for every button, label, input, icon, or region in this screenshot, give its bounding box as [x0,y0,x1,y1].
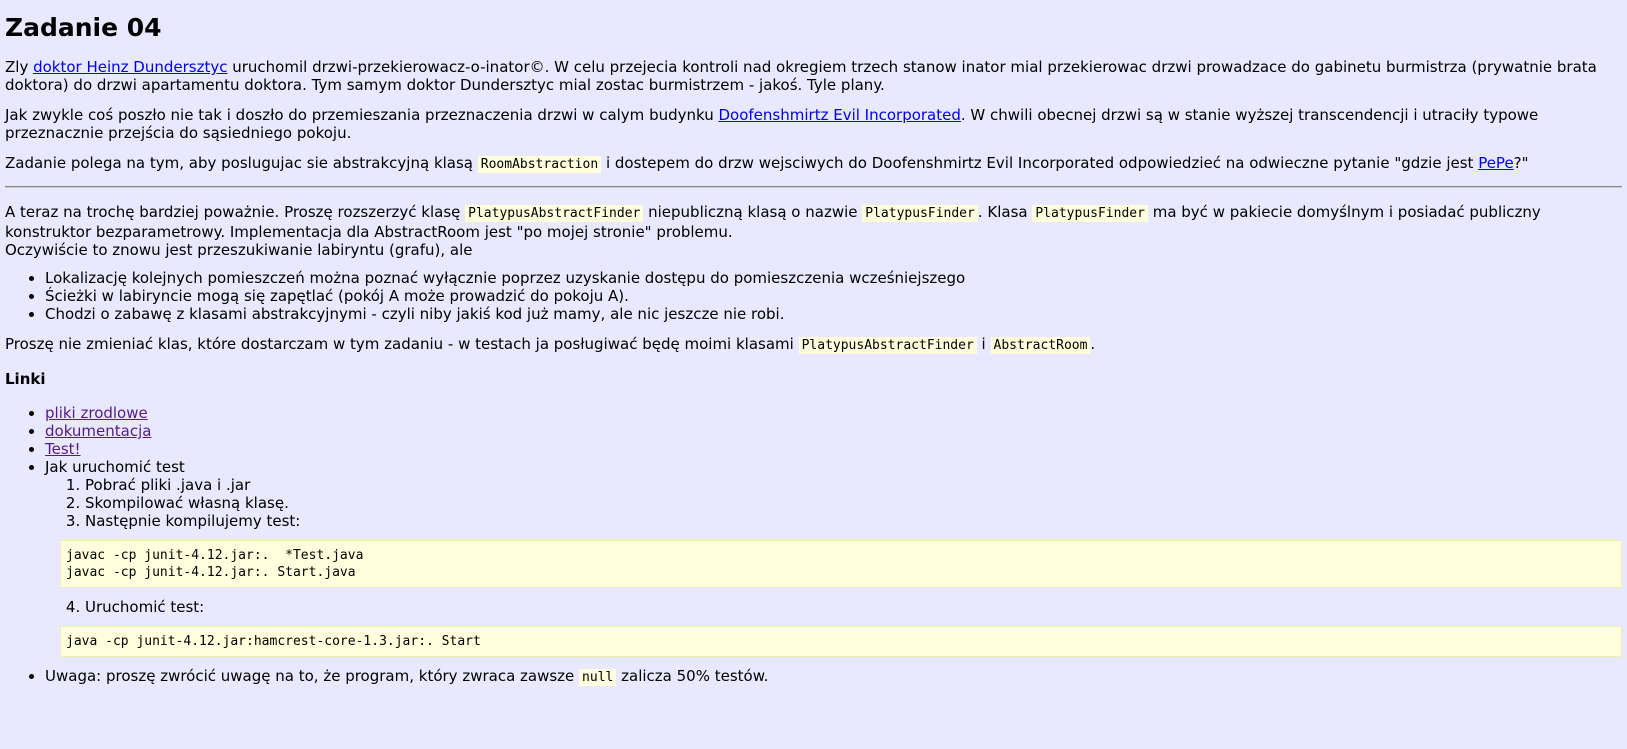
constraint-paragraph: Proszę nie zmieniać klas, które dostarcz… [5,335,1622,355]
code-platypus-finder: PlatypusFinder [1032,205,1148,222]
text: Zly [5,58,34,76]
requirements-list: Lokalizację kolejnych pomieszczeń można … [5,269,1622,323]
link-source-files[interactable]: pliki zrodlowe [45,404,148,422]
code-abstract-room: AbstractRoom [990,337,1091,354]
page-content: Zadanie 04 Zly doktor Heinz Dundersztyc … [0,13,1627,687]
link-documentation[interactable]: dokumentacja [45,422,151,440]
text: zalicza 50% testów. [616,667,769,685]
text: Oczywiście to znowu jest przeszukiwanie … [5,241,473,259]
text: i dostepem do drzw wejsciwych do Doofens… [601,154,1479,172]
link-pepe[interactable]: PePe [1478,154,1513,172]
howto-label: Jak uruchomić test [45,458,185,476]
run-command: java -cp junit-4.12.jar:hamcrest-core-1.… [60,626,1622,657]
step-item: Następnie kompilujemy test: javac -cp ju… [60,512,1622,588]
code-platypus-abstract-finder: PlatypusAbstractFinder [465,205,644,222]
text: Jak zwykle coś poszło nie tak i doszło d… [5,106,719,124]
step-label: Następnie kompilujemy test: [85,512,301,530]
list-item: dokumentacja [45,422,1622,440]
compile-command: javac -cp junit-4.12.jar:. *Test.java ja… [60,540,1622,588]
list-item: Lokalizację kolejnych pomieszczeń można … [45,269,1622,287]
text: . Klasa [977,203,1033,221]
text: i [976,335,991,353]
text: Proszę nie zmieniać klas, które dostarcz… [5,335,799,353]
divider [5,186,1622,188]
text: Zadanie polega na tym, aby poslugujac si… [5,154,478,172]
intro-paragraph: Zly doktor Heinz Dundersztyc uruchomil d… [5,58,1622,94]
links-list: pliki zrodlowe dokumentacja Test! Jak ur… [5,404,1622,687]
links-heading: Linki [5,370,46,388]
step-item: Pobrać pliki .java i .jar [85,476,1622,494]
step-item: Uruchomić test: java -cp junit-4.12.jar:… [60,598,1622,657]
link-evil-inc[interactable]: Doofenshmirtz Evil Incorporated [719,106,961,124]
story-paragraph: Jak zwykle coś poszło nie tak i doszło d… [5,106,1622,142]
steps-list: Pobrać pliki .java i .jar Skompilować wł… [45,476,1622,657]
text: A teraz na trochę bardziej poważnie. Pro… [5,203,466,221]
list-item: Jak uruchomić test Pobrać pliki .java i … [45,458,1622,657]
task-paragraph: Zadanie polega na tym, aby poslugujac si… [5,154,1622,174]
list-item: Test! [45,440,1622,458]
code-null: null [579,669,617,686]
list-item: Ścieżki w labiryncie mogą się zapętlać (… [45,287,1622,305]
code-room-abstraction: RoomAbstraction [477,156,602,173]
requirements-paragraph: A teraz na trochę bardziej poważnie. Pro… [5,203,1622,259]
list-item: pliki zrodlowe [45,404,1622,422]
code-platypus-finder: PlatypusFinder [862,205,978,222]
link-test[interactable]: Test! [45,440,81,458]
text: uruchomil drzwi-przekierowacz-o-inator©.… [5,58,1597,94]
list-item: Chodzi o zabawę z klasami abstrakcyjnymi… [45,305,1622,323]
step-item: Skompilować własną klasę. [85,494,1622,512]
text: Uwaga: proszę zwrócić uwagę na to, że pr… [45,667,580,685]
code-platypus-abstract-finder: PlatypusAbstractFinder [798,337,977,354]
step-label: Uruchomić test: [85,598,205,616]
list-item: Uwaga: proszę zwrócić uwagę na to, że pr… [45,667,1622,687]
text: . [1090,335,1096,353]
text: niepubliczną klasą o nazwie [643,203,863,221]
page-title: Zadanie 04 [5,13,162,42]
text: ?" [1513,154,1529,172]
link-doctor[interactable]: doktor Heinz Dundersztyc [33,58,227,76]
